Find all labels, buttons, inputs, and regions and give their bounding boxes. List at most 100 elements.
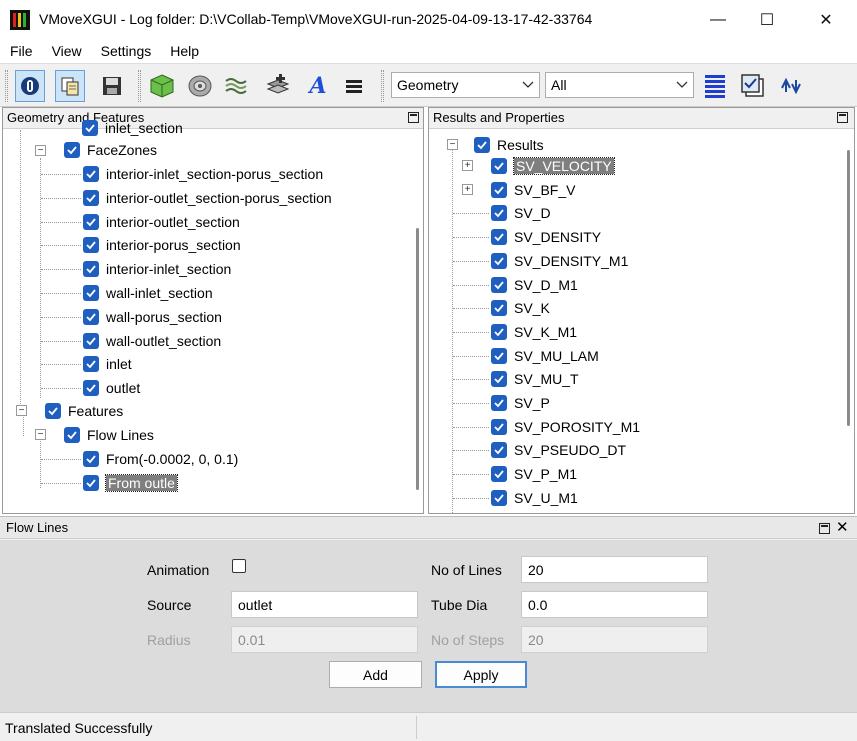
checkbox-checked-icon[interactable] bbox=[83, 332, 99, 349]
no-of-lines-field[interactable]: 20 bbox=[521, 556, 708, 583]
checkbox-checked-icon[interactable] bbox=[64, 427, 80, 443]
checkbox-checked-icon[interactable] bbox=[45, 403, 61, 419]
checkbox-checked-icon[interactable] bbox=[83, 213, 99, 230]
swap-arrows-icon[interactable] bbox=[776, 70, 806, 102]
tree-item-facezone[interactable]: interior-outlet_section-porus_section bbox=[83, 187, 332, 209]
tree-item-results[interactable]: Results bbox=[474, 134, 544, 156]
checkbox-checked-icon[interactable] bbox=[82, 120, 98, 136]
checkbox-checked-icon[interactable] bbox=[491, 489, 507, 506]
tree-item-flowline[interactable]: From(-0.0002, 0, 0.1) bbox=[83, 448, 238, 470]
tree-item-flowlines[interactable]: Flow Lines bbox=[64, 424, 154, 446]
expand-icon[interactable]: + bbox=[462, 160, 473, 171]
save-icon[interactable] bbox=[97, 70, 127, 102]
toolbar-grip[interactable] bbox=[138, 70, 141, 102]
tree-item-facezone[interactable]: interior-outlet_section bbox=[83, 211, 240, 233]
tree-item-facezone[interactable]: inlet bbox=[83, 353, 132, 375]
list-icon[interactable] bbox=[700, 70, 730, 102]
checkbox-checked-icon[interactable] bbox=[491, 323, 507, 340]
checkbox-checked-icon[interactable] bbox=[491, 442, 507, 459]
checkbox-checked-icon[interactable] bbox=[491, 158, 507, 174]
float-panel-icon[interactable] bbox=[837, 112, 848, 123]
tree-item-result[interactable]: SV_P_M1 bbox=[491, 463, 577, 485]
tree-item-result[interactable]: SV_K_M1 bbox=[491, 321, 577, 343]
source-field[interactable]: outlet bbox=[231, 591, 418, 618]
tree-item-result[interactable]: SV_MU_T bbox=[491, 368, 579, 390]
tree-item-features[interactable]: Features bbox=[45, 400, 123, 422]
checkbox-checked-icon[interactable] bbox=[83, 237, 99, 254]
tree-item-facezones[interactable]: FaceZones bbox=[64, 139, 157, 161]
checkbox-checked-icon[interactable] bbox=[491, 205, 507, 222]
tree-item-result[interactable]: SV_K bbox=[491, 297, 550, 319]
checkbox-checked-icon[interactable] bbox=[491, 418, 507, 435]
checkbox-checked-icon[interactable] bbox=[83, 308, 99, 325]
add-stack-icon[interactable] bbox=[263, 70, 293, 102]
tree-item-result[interactable]: SV_PSEUDO_DT bbox=[491, 439, 626, 461]
cube-icon[interactable] bbox=[147, 70, 177, 102]
tree-item-result[interactable]: SV_DENSITY_M1 bbox=[491, 250, 628, 272]
checkbox-checked-icon[interactable] bbox=[491, 466, 507, 483]
animation-checkbox[interactable] bbox=[232, 559, 246, 573]
collapse-icon[interactable]: − bbox=[35, 429, 46, 440]
tree-item-flowline-selected[interactable]: From outle bbox=[83, 472, 178, 494]
vertical-scrollbar[interactable] bbox=[847, 150, 850, 426]
checkbox-checked-icon[interactable] bbox=[83, 166, 99, 182]
tree-item-result[interactable]: SV_POROSITY_M1 bbox=[491, 416, 640, 438]
tree-item-facezone[interactable]: interior-inlet_section-porus_section bbox=[83, 163, 323, 185]
checkbox-checked-icon[interactable] bbox=[491, 276, 507, 293]
checkbox-checked-icon[interactable] bbox=[491, 395, 507, 411]
checkbox-checked-icon[interactable] bbox=[491, 347, 507, 364]
toolbar-grip[interactable] bbox=[5, 70, 8, 102]
checkbox-checked-icon[interactable] bbox=[83, 261, 99, 278]
close-panel-icon[interactable]: ✕ bbox=[836, 518, 849, 536]
tree-item-facezone[interactable]: interior-porus_section bbox=[83, 234, 241, 256]
checkbox-checked-icon[interactable] bbox=[491, 229, 507, 246]
close-button[interactable]: ✕ bbox=[803, 0, 849, 39]
tree-item-result[interactable]: SV_MU_LAM bbox=[491, 345, 599, 367]
collapse-icon[interactable]: − bbox=[447, 139, 458, 150]
menu-help[interactable]: Help bbox=[160, 39, 208, 63]
mode-select[interactable]: Geometry bbox=[391, 72, 540, 98]
menu-settings[interactable]: Settings bbox=[91, 39, 161, 63]
disc-icon[interactable] bbox=[185, 70, 215, 102]
filter-select[interactable]: All bbox=[545, 72, 694, 98]
vcollab-logo-icon[interactable] bbox=[15, 70, 45, 102]
menu-file[interactable]: File bbox=[0, 39, 42, 63]
checkbox-window-icon[interactable] bbox=[738, 70, 768, 102]
tree-item-result[interactable]: SV_D bbox=[491, 202, 551, 224]
expand-icon[interactable]: + bbox=[462, 183, 473, 195]
toolbar-grip[interactable] bbox=[381, 70, 384, 102]
tree-item-result[interactable]: SV_D_M1 bbox=[491, 274, 578, 296]
tree-item-facezone[interactable]: wall-inlet_section bbox=[83, 282, 213, 304]
stack-icon[interactable] bbox=[339, 70, 369, 102]
tree-item-facezone[interactable]: outlet bbox=[83, 377, 140, 399]
checkbox-checked-icon[interactable] bbox=[491, 300, 507, 317]
tree-item-result[interactable]: SV_U_M1 bbox=[491, 487, 578, 509]
float-panel-icon[interactable] bbox=[819, 523, 830, 534]
text-icon[interactable]: A bbox=[303, 70, 333, 102]
checkbox-checked-icon[interactable] bbox=[83, 285, 99, 301]
checkbox-checked-icon[interactable] bbox=[491, 181, 507, 198]
menu-view[interactable]: View bbox=[42, 39, 91, 63]
checkbox-checked-icon[interactable] bbox=[64, 142, 80, 158]
tree-item-result[interactable]: SV_P bbox=[491, 392, 550, 414]
add-button[interactable]: Add bbox=[329, 661, 422, 688]
checkbox-checked-icon[interactable] bbox=[491, 371, 507, 388]
checkbox-checked-icon[interactable] bbox=[83, 189, 99, 206]
tree-item-result[interactable]: SV_BF_V bbox=[491, 179, 575, 201]
layers-wave-icon[interactable] bbox=[221, 70, 251, 102]
checkbox-checked-icon[interactable] bbox=[491, 252, 507, 269]
checkbox-checked-icon[interactable] bbox=[83, 356, 99, 373]
vertical-scrollbar[interactable] bbox=[416, 228, 419, 490]
tree-item-partial[interactable]: inlet_section bbox=[82, 117, 183, 139]
tree-item-facezone[interactable]: wall-porus_section bbox=[83, 306, 222, 328]
collapse-icon[interactable]: − bbox=[16, 405, 27, 416]
float-panel-icon[interactable] bbox=[408, 112, 419, 123]
tree-item-facezone[interactable]: wall-outlet_section bbox=[83, 330, 221, 352]
checkbox-checked-icon[interactable] bbox=[474, 137, 490, 153]
minimize-button[interactable]: — bbox=[695, 0, 741, 39]
maximize-button[interactable]: ☐ bbox=[744, 0, 790, 39]
tube-dia-field[interactable]: 0.0 bbox=[521, 591, 708, 618]
tree-item-result[interactable]: SV_DENSITY bbox=[491, 226, 601, 248]
apply-button[interactable]: Apply bbox=[435, 661, 527, 688]
copy-icon[interactable] bbox=[55, 70, 85, 102]
